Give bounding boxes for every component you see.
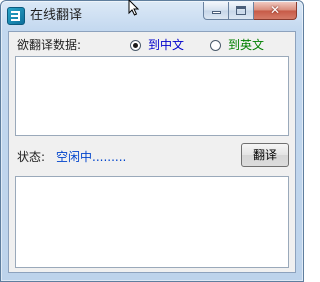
radio-to-chinese-label[interactable]: 到中文: [148, 38, 184, 52]
maximize-button[interactable]: [229, 2, 254, 20]
radio-to-english-label[interactable]: 到英文: [228, 38, 264, 52]
close-button[interactable]: ✕: [254, 2, 297, 20]
app-window: 在线翻译 ✕ 欲翻译数据: 到中文 到英文 状态: 空闲中......... 翻…: [0, 0, 304, 282]
status-value: 空闲中.........: [56, 150, 127, 164]
window-title: 在线翻译: [30, 8, 83, 23]
source-textarea[interactable]: [15, 56, 289, 136]
result-textarea[interactable]: [15, 176, 289, 268]
radio-to-chinese-indicator[interactable]: [130, 39, 141, 51]
maximize-icon: [236, 6, 246, 15]
translate-button[interactable]: 翻译: [241, 143, 289, 167]
minimize-button[interactable]: [203, 2, 229, 20]
close-icon: ✕: [269, 3, 281, 17]
app-icon: [7, 7, 25, 25]
status-label: 状态:: [17, 150, 46, 164]
mouse-cursor-icon: [128, 0, 140, 16]
radio-to-english-indicator[interactable]: [210, 39, 221, 51]
radio-to-chinese[interactable]: 到中文: [130, 38, 184, 52]
minimize-icon: [212, 11, 221, 14]
client-area: 欲翻译数据: 到中文 到英文 状态: 空闲中......... 翻译: [8, 31, 296, 273]
caption-buttons: ✕: [203, 2, 297, 21]
radio-to-english[interactable]: 到英文: [210, 38, 264, 52]
source-label: 欲翻译数据:: [17, 38, 82, 52]
title-bar[interactable]: 在线翻译 ✕: [1, 1, 303, 31]
